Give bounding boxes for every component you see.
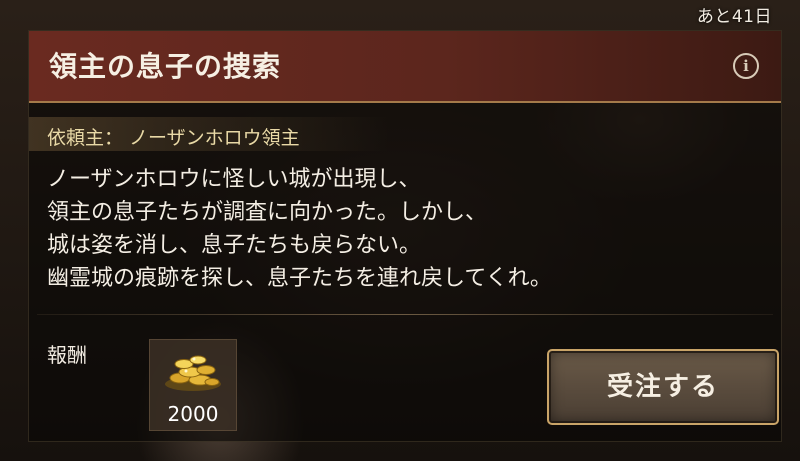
quest-client: 依頼主： ノーザンホロウ領主 (47, 127, 300, 149)
divider (37, 314, 773, 315)
info-icon[interactable]: i (733, 53, 759, 79)
days-remaining-label: あと41日 (696, 7, 772, 27)
description-line: ノーザンホロウに怪しい城が出現し、 (47, 167, 421, 192)
quest-title-bar: 領主の息子の捜索 i (29, 31, 781, 103)
quest-description: ノーザンホロウに怪しい城が出現し、 領主の息子たちが調査に向かった。しかし、 城… (47, 163, 767, 295)
description-line: 幽霊城の痕跡を探し、息子たちを連れ戻してくれ。 (47, 266, 552, 291)
quest-title: 領主の息子の捜索 (49, 50, 282, 83)
quest-panel: 領主の息子の捜索 i 依頼主： ノーザンホロウ領主 ノーザンホロウに怪しい城が出… (28, 30, 782, 442)
quest-client-bar: 依頼主： ノーザンホロウ領主 (29, 117, 389, 151)
gold-coins-icon (165, 355, 221, 391)
reward-amount: 2000 (167, 402, 219, 426)
reward-item[interactable]: 2000 (149, 339, 237, 431)
description-line: 領主の息子たちが調査に向かった。しかし、 (47, 200, 488, 225)
accept-quest-button[interactable]: 受注する (547, 349, 779, 425)
description-line: 城は姿を消し、息子たちも戻らない。 (47, 233, 422, 258)
reward-label: 報酬 (47, 343, 87, 367)
